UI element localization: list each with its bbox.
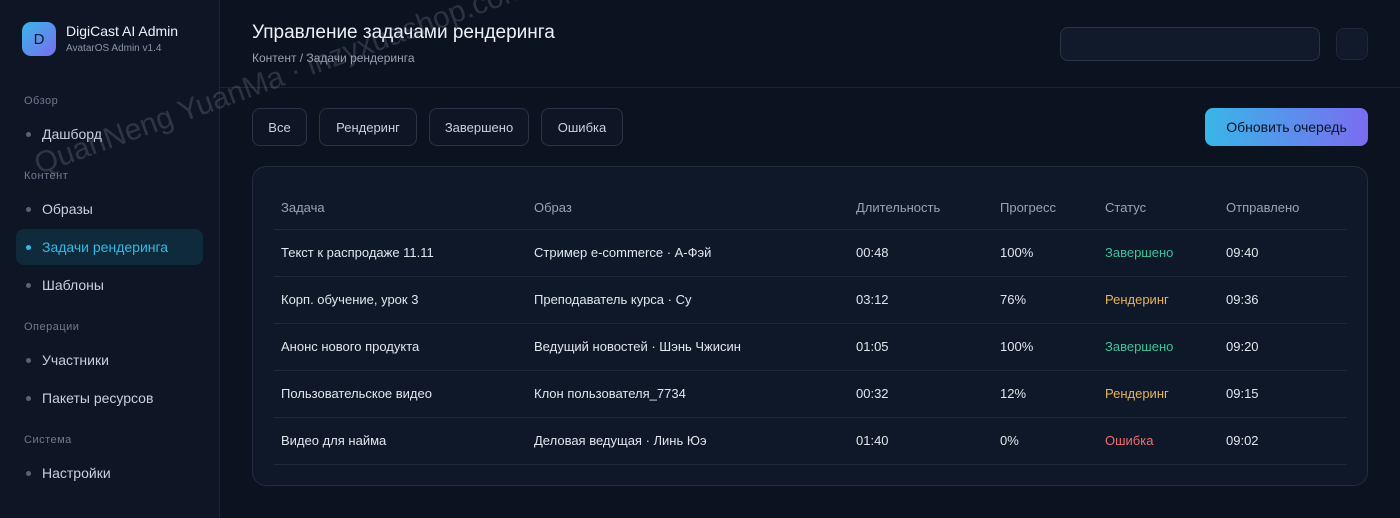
column-header-task[interactable]: Задача — [281, 200, 325, 215]
cell-submitted: 09:36 — [1226, 292, 1259, 307]
cell-avatar: Клон пользователя_7734 — [534, 386, 686, 401]
bullet-icon — [26, 395, 31, 401]
cell-progress: 76% — [1000, 292, 1027, 307]
sidebar-item-render-tasks[interactable]: Задачи рендеринга — [16, 229, 203, 265]
row-divider — [274, 417, 1347, 418]
sidebar-item-label: Настройки — [42, 465, 111, 481]
cell-avatar: Преподаватель курса · Су — [534, 292, 692, 307]
sidebar-item-dashboard[interactable]: Дашборд — [16, 116, 203, 152]
sidebar-item-label: Задачи рендеринга — [42, 239, 169, 255]
cell-progress: 100% — [1000, 245, 1034, 260]
status-badge: Ошибка — [1105, 433, 1154, 448]
search-input[interactable] — [1060, 27, 1320, 61]
cell-duration: 01:40 — [856, 433, 889, 448]
sidebar-item-settings[interactable]: Настройки — [16, 455, 203, 491]
cell-task: Анонс нового продукта — [281, 339, 420, 354]
column-header-avatar[interactable]: Образ — [534, 200, 572, 215]
cell-duration: 00:48 — [856, 245, 889, 260]
brand-logo: D — [22, 22, 56, 56]
sidebar: D DigiCast AI Admin AvatarOS Admin v1.4 … — [0, 0, 220, 518]
brand-name: DigiCast AI Admin — [66, 23, 179, 39]
column-header-submitted[interactable]: Отправлено — [1226, 200, 1299, 215]
cell-submitted: 09:20 — [1226, 339, 1259, 354]
cell-task: Корп. обучение, урок 3 — [281, 292, 419, 307]
filter-done-button[interactable]: Завершено — [429, 108, 529, 146]
bullet-icon — [26, 357, 31, 363]
filter-rendering-button[interactable]: Рендеринг — [319, 108, 417, 146]
column-header-progress[interactable]: Прогресс — [1000, 200, 1056, 215]
bullet-icon — [26, 470, 31, 476]
row-divider — [274, 370, 1347, 371]
status-badge: Рендеринг — [1105, 292, 1169, 307]
cell-task: Пользовательское видео — [281, 386, 432, 401]
cell-task: Текст к распродаже 11.11 — [281, 245, 434, 260]
section-label-overview: Обзор — [24, 95, 59, 107]
brand-subtitle: AvatarOS Admin v1.4 — [66, 43, 162, 54]
section-label-operations: Операции — [24, 321, 80, 333]
filter-all-button[interactable]: Все — [252, 108, 307, 146]
section-label-system: Система — [24, 434, 72, 446]
sidebar-item-resource-packs[interactable]: Пакеты ресурсов — [16, 380, 203, 416]
cell-task: Видео для найма — [281, 433, 387, 448]
section-label-content: Контент — [24, 170, 69, 182]
sidebar-item-label: Образы — [42, 201, 93, 217]
column-header-status[interactable]: Статус — [1105, 200, 1146, 215]
sidebar-item-templates[interactable]: Шаблоны — [16, 267, 203, 303]
status-badge: Завершено — [1105, 339, 1174, 354]
cell-duration: 03:12 — [856, 292, 889, 307]
cell-avatar: Деловая ведущая · Линь Юэ — [534, 433, 707, 448]
row-divider — [274, 276, 1347, 277]
sidebar-item-label: Пакеты ресурсов — [42, 390, 154, 406]
bullet-icon — [26, 206, 31, 212]
bullet-icon — [26, 244, 31, 250]
column-header-duration[interactable]: Длительность — [856, 200, 940, 215]
cell-submitted: 09:15 — [1226, 386, 1259, 401]
cell-avatar: Стример e-commerce · А-Фэй — [534, 245, 712, 260]
sidebar-item-label: Дашборд — [42, 126, 102, 142]
header-divider — [220, 87, 1400, 88]
cell-submitted: 09:40 — [1226, 245, 1259, 260]
tasks-table-card — [252, 166, 1368, 486]
sidebar-item-members[interactable]: Участники — [16, 342, 203, 378]
status-badge: Рендеринг — [1105, 386, 1169, 401]
cell-progress: 12% — [1000, 386, 1027, 401]
row-divider — [274, 464, 1347, 465]
page-title: Управление задачами рендеринга — [252, 22, 555, 43]
bullet-icon — [26, 131, 31, 137]
cell-duration: 01:05 — [856, 339, 889, 354]
row-divider — [274, 229, 1347, 230]
cell-avatar: Ведущий новостей · Шэнь Чжисин — [534, 339, 741, 354]
bullet-icon — [26, 282, 31, 288]
sidebar-item-avatars[interactable]: Образы — [16, 191, 203, 227]
cell-progress: 0% — [1000, 433, 1019, 448]
filter-error-button[interactable]: Ошибка — [541, 108, 623, 146]
status-badge: Завершено — [1105, 245, 1174, 260]
brand[interactable]: D DigiCast AI Admin AvatarOS Admin v1.4 — [22, 22, 178, 56]
cell-progress: 100% — [1000, 339, 1034, 354]
cell-duration: 00:32 — [856, 386, 889, 401]
breadcrumb: Контент / Задачи рендеринга — [252, 51, 415, 65]
refresh-queue-button[interactable]: Обновить очередь — [1205, 108, 1368, 146]
sidebar-item-label: Шаблоны — [42, 277, 104, 293]
cell-submitted: 09:02 — [1226, 433, 1259, 448]
sidebar-item-label: Участники — [42, 352, 109, 368]
row-divider — [274, 323, 1347, 324]
header-action-button[interactable] — [1336, 28, 1368, 60]
